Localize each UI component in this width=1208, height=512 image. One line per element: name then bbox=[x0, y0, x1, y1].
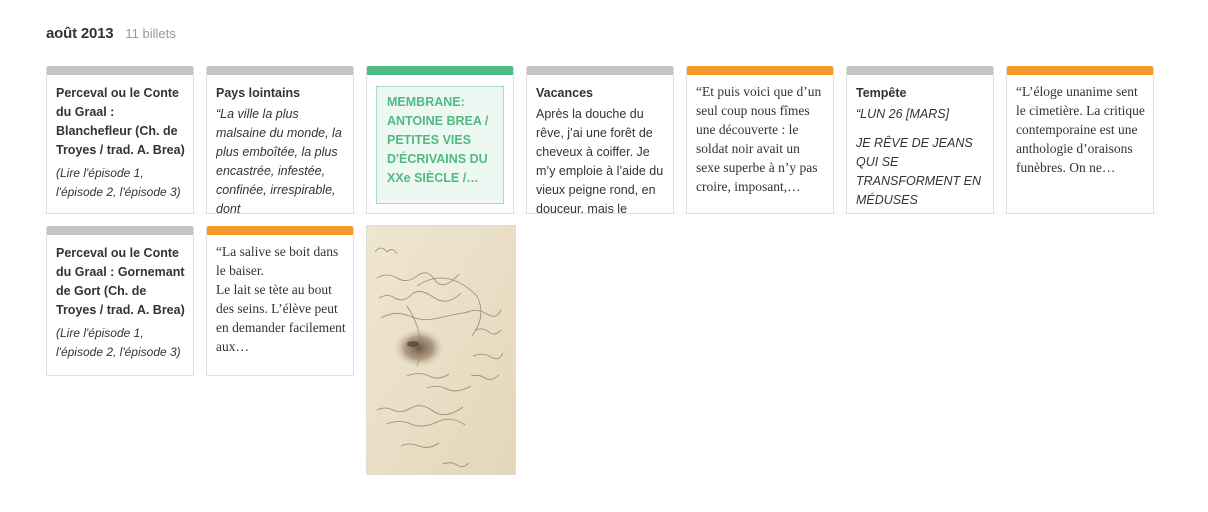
post-excerpt-line2: JE RÊVE DE JEANS QUI SE TRANSFORMENT EN … bbox=[856, 136, 981, 207]
post-card-vacances[interactable]: Vacances Après la douche du rêve, j’ai u… bbox=[526, 66, 674, 214]
handwritten-letter-image bbox=[367, 226, 515, 474]
post-card-membrane[interactable]: MEMBRANE: ANTOINE BREA / PETITES VIES D'… bbox=[366, 66, 514, 214]
category-bar bbox=[367, 66, 513, 75]
post-card-pays-lointains[interactable]: Pays lointains “La ville la plus malsain… bbox=[206, 66, 354, 214]
category-bar bbox=[47, 66, 193, 75]
link-box[interactable]: MEMBRANE: ANTOINE BREA / PETITES VIES D'… bbox=[376, 86, 504, 204]
post-quote: “L’éloge unanime sent le cimetière. La c… bbox=[1016, 84, 1145, 175]
post-card-perceval-gornemant[interactable]: Perceval ou le Conte du Graal : Gorneman… bbox=[46, 226, 194, 376]
post-quote: “La salive se boit dans le baiser. Le la… bbox=[216, 244, 346, 354]
post-card-quote-salive[interactable]: “La salive se boit dans le baiser. Le la… bbox=[206, 226, 354, 376]
post-title: Perceval ou le Conte du Graal : Gorneman… bbox=[56, 246, 185, 317]
post-title: Perceval ou le Conte du Graal : Blanchef… bbox=[56, 86, 185, 157]
post-card-image-letter[interactable] bbox=[366, 225, 516, 475]
category-bar bbox=[207, 66, 353, 75]
post-title: Pays lointains bbox=[216, 86, 301, 100]
post-excerpt: “La ville la plus malsaine du monde, la … bbox=[216, 107, 342, 213]
link-text: MEMBRANE: ANTOINE BREA / PETITES VIES D'… bbox=[387, 95, 489, 185]
post-count: 11 billets bbox=[125, 26, 176, 41]
post-excerpt: (Lire l'épisode 1, l'épisode 2, l'épisod… bbox=[56, 326, 181, 359]
post-quote: “Et puis voici que d’un seul coup nous f… bbox=[696, 84, 822, 194]
post-card-quote-soldat[interactable]: “Et puis voici que d’un seul coup nous f… bbox=[686, 66, 834, 214]
category-bar bbox=[847, 66, 993, 75]
post-excerpt-line1: “LUN 26 [MARS] bbox=[856, 107, 950, 121]
category-bar bbox=[1007, 66, 1153, 75]
category-bar bbox=[527, 66, 673, 75]
post-card-perceval-blanchefleur[interactable]: Perceval ou le Conte du Graal : Blanchef… bbox=[46, 66, 194, 214]
post-title: Vacances bbox=[536, 86, 593, 100]
post-card-tempete[interactable]: Tempête “LUN 26 [MARS] JE RÊVE DE JEANS … bbox=[846, 66, 994, 214]
category-bar bbox=[47, 226, 193, 235]
archive-header: août 2013 11 billets bbox=[46, 25, 176, 42]
category-bar bbox=[687, 66, 833, 75]
post-excerpt: (Lire l'épisode 1, l'épisode 2, l'épisod… bbox=[56, 166, 181, 199]
post-title: Tempête bbox=[856, 86, 907, 100]
post-card-quote-eloge[interactable]: “L’éloge unanime sent le cimetière. La c… bbox=[1006, 66, 1154, 214]
post-excerpt: Après la douche du rêve, j’ai une forêt … bbox=[536, 107, 664, 213]
month-title: août 2013 bbox=[46, 25, 114, 42]
category-bar bbox=[207, 226, 353, 235]
